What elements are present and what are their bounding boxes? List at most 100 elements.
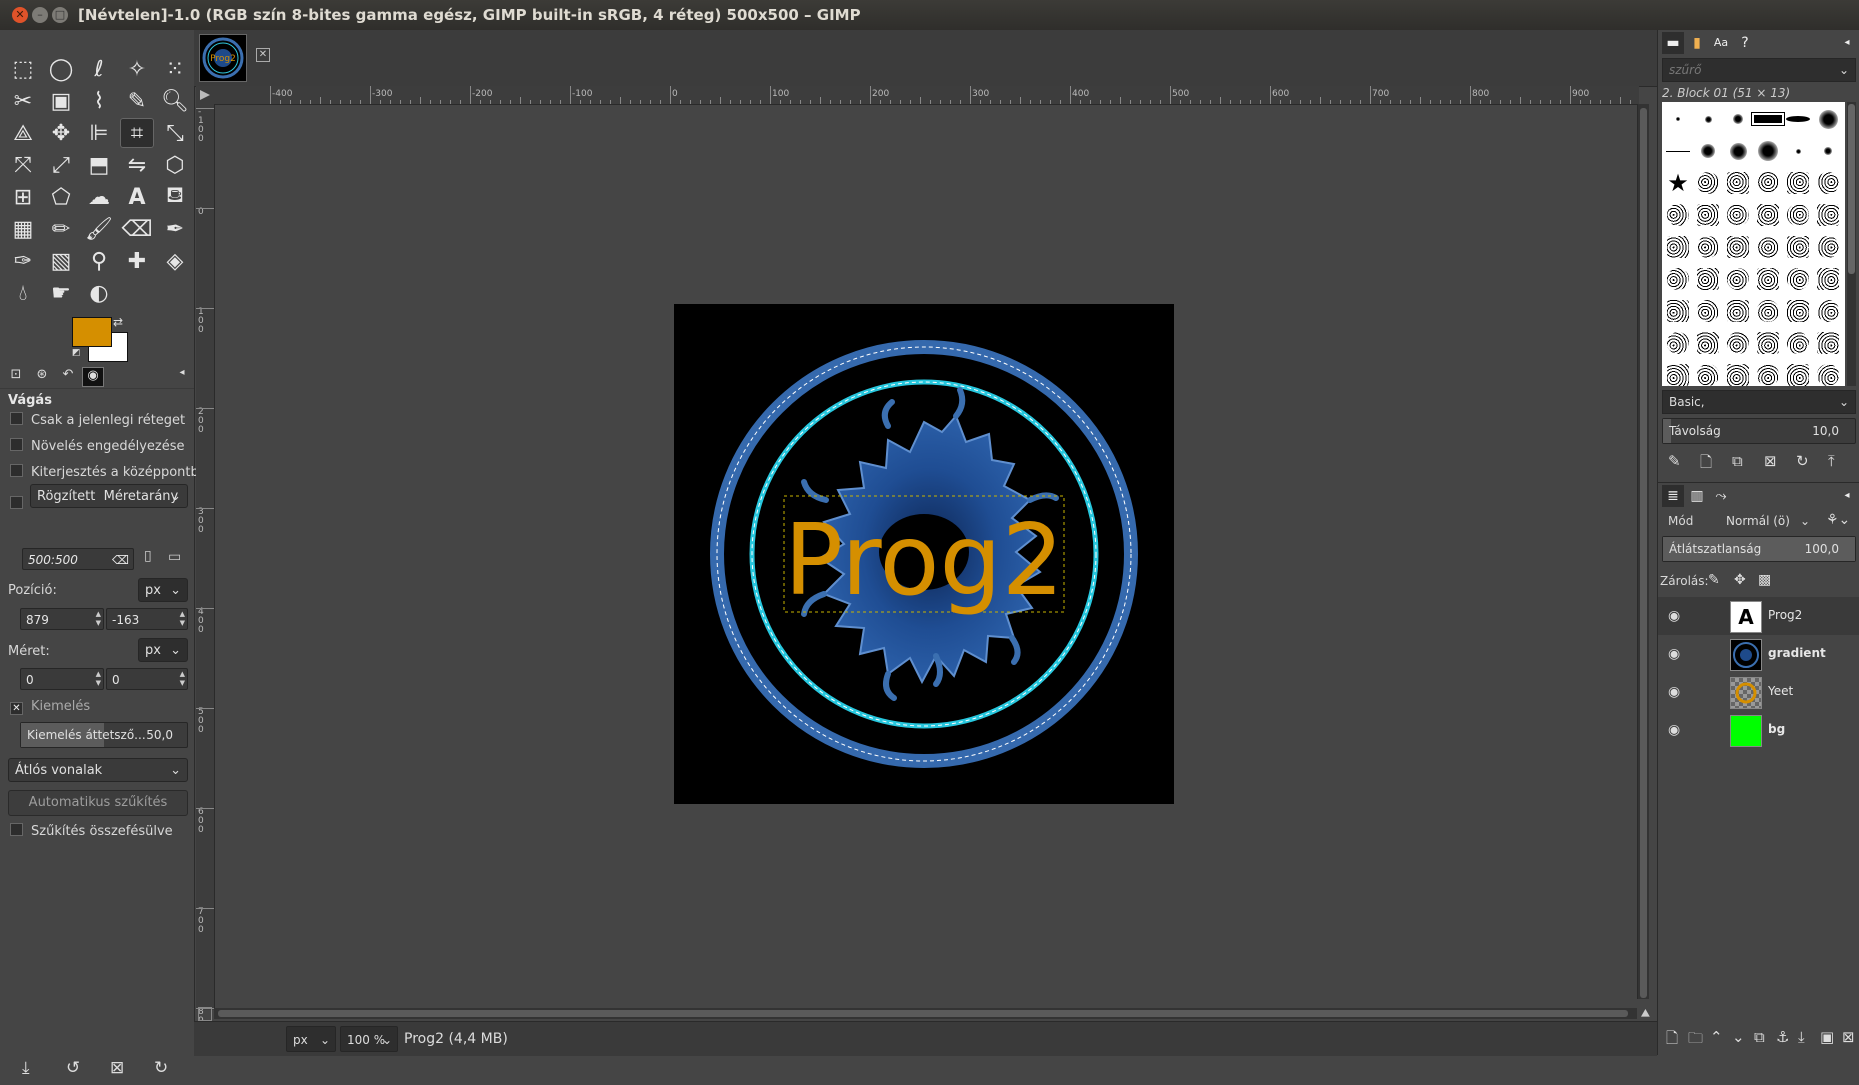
brush-preview[interactable] <box>1813 232 1843 262</box>
spin-arrows-icon[interactable]: ▲ ▼ <box>96 610 101 628</box>
delete-layer-icon[interactable]: ⊠ <box>1842 1028 1855 1046</box>
tab-images[interactable]: ◉ <box>82 367 104 387</box>
brush-preview[interactable] <box>1753 264 1783 294</box>
brush-preview[interactable] <box>1663 200 1693 230</box>
lower-layer-icon[interactable]: ⌄ <box>1732 1028 1745 1046</box>
highlight-opacity-slider[interactable]: Kiemelés áttetsző... 50,0 <box>20 722 188 748</box>
tab-paths[interactable]: ⤳ <box>1710 485 1732 507</box>
raise-layer-icon[interactable]: ⌃ <box>1710 1028 1723 1046</box>
restore-options-icon[interactable]: ↺ <box>66 1058 80 1078</box>
brush-preview[interactable] <box>1693 264 1723 294</box>
delete-options-icon[interactable]: ⊠ <box>110 1058 124 1078</box>
close-tab-icon[interactable]: ✕ <box>256 48 270 62</box>
tab-patterns[interactable]: ▮ <box>1686 32 1708 54</box>
image-canvas[interactable]: Prog2 <box>674 304 1174 804</box>
brush-preview[interactable] <box>1753 104 1783 134</box>
fixed-checkbox[interactable] <box>10 496 23 509</box>
brush-preview[interactable] <box>1723 296 1753 326</box>
brush-preview[interactable] <box>1663 232 1693 262</box>
scroll-thumb[interactable] <box>1848 104 1855 274</box>
tab-undo-history[interactable]: ↶ <box>58 367 78 385</box>
heal-tool-icon[interactable]: ✚ <box>120 246 154 276</box>
brush-preview[interactable] <box>1783 264 1813 294</box>
expand-from-center-option[interactable]: Kiterjesztés a középpontból <box>10 464 210 480</box>
tab-brushes[interactable]: ▬ <box>1662 32 1684 54</box>
handle-transform-tool-icon[interactable]: ⤢ <box>44 150 78 180</box>
ratio-input[interactable]: 500:500 ⌫ <box>22 548 134 570</box>
brush-preview[interactable] <box>1753 200 1783 230</box>
lock-alpha-icon[interactable]: ▩ <box>1758 572 1771 588</box>
layer-row[interactable]: ◉ A Prog2 <box>1658 597 1859 635</box>
image-tab-thumbnail[interactable]: Prog2 <box>199 34 247 82</box>
new-layer-icon[interactable]: 🗋︎ <box>1666 1028 1678 1053</box>
save-options-icon[interactable]: ⤓ <box>22 1058 30 1078</box>
position-x-input[interactable]: 879 ▲ ▼ <box>20 608 104 630</box>
layer-name[interactable]: bg <box>1768 722 1785 736</box>
brush-preview[interactable] <box>1723 136 1753 166</box>
checkbox-checked[interactable]: ✕ <box>10 702 23 715</box>
configure-tab-icon[interactable]: ◂ <box>1836 32 1858 54</box>
open-brush-icon[interactable]: ⤒ <box>1828 452 1835 470</box>
brush-preview[interactable] <box>1813 200 1843 230</box>
move-tool-icon[interactable]: ✥ <box>44 118 78 148</box>
brush-spacing-slider[interactable]: Távolság 10,0 <box>1662 418 1856 444</box>
brush-preview[interactable] <box>1753 360 1783 386</box>
perspective-tool-icon[interactable]: ⬒ <box>82 150 116 180</box>
brush-preview[interactable] <box>1783 136 1813 166</box>
visibility-eye-icon[interactable]: ◉ <box>1668 684 1680 700</box>
warp-transform-tool-icon[interactable]: ⤧ <box>6 150 40 180</box>
spin-arrows-icon[interactable]: ▲ ▼ <box>180 610 185 628</box>
reset-options-icon[interactable]: ↻ <box>154 1058 168 1078</box>
scroll-thumb[interactable] <box>218 1010 1628 1017</box>
brush-preview[interactable] <box>1813 168 1843 198</box>
brush-preview[interactable] <box>1783 104 1813 134</box>
free-select-tool-icon[interactable]: ℓ <box>82 54 116 84</box>
lock-pixels-icon[interactable]: ✎ <box>1708 572 1720 588</box>
unit-dropdown[interactable]: px ⌄ <box>286 1026 336 1052</box>
brush-preview[interactable] <box>1753 232 1783 262</box>
brush-preview[interactable] <box>1663 264 1693 294</box>
lock-position-icon[interactable]: ✥ <box>1734 572 1746 588</box>
zoom-tool-icon[interactable]: 🔍︎ <box>158 86 192 116</box>
brush-preview[interactable] <box>1813 328 1843 358</box>
paths-tool-icon[interactable]: ⌇ <box>82 86 116 116</box>
foreground-select-tool-icon[interactable]: ▣ <box>44 86 78 116</box>
layer-row[interactable]: ◉ gradient <box>1658 635 1859 673</box>
brush-grid[interactable]: ★ <box>1662 102 1845 386</box>
tab-layers[interactable]: ≣ <box>1662 485 1684 507</box>
zoom-dropdown[interactable]: 100 % ⌄ <box>340 1026 398 1052</box>
auto-shrink-button[interactable]: Automatikus szűkítés <box>8 790 188 816</box>
layer-name[interactable]: gradient <box>1768 646 1826 660</box>
brush-preview[interactable] <box>1723 360 1753 386</box>
mode-effect-icon[interactable]: ⚘⌄ <box>1826 512 1850 528</box>
configure-tab-icon[interactable]: ◂ <box>172 367 192 385</box>
clear-icon[interactable]: ⌫ <box>112 549 129 571</box>
brush-preview[interactable] <box>1813 360 1843 386</box>
vertical-scrollbar[interactable] <box>1637 104 1649 999</box>
brush-preview[interactable] <box>1723 328 1753 358</box>
gradient-tool-icon[interactable]: ▦ <box>6 214 40 244</box>
brush-preview[interactable] <box>1693 136 1723 166</box>
checkbox[interactable] <box>10 464 23 477</box>
horizontal-scrollbar[interactable] <box>214 1008 1637 1019</box>
spin-arrows-icon[interactable]: ▲ ▼ <box>180 670 185 688</box>
brush-preview[interactable] <box>1663 328 1693 358</box>
brush-preview[interactable] <box>1783 168 1813 198</box>
size-w-input[interactable]: 0 ▲ ▼ <box>20 668 104 690</box>
brush-preview[interactable] <box>1783 232 1813 262</box>
brush-preview[interactable] <box>1723 232 1753 262</box>
color-picker-tool-icon[interactable]: ✎ <box>120 86 154 116</box>
layer-row[interactable]: ◉ bg <box>1658 711 1859 749</box>
brush-preview[interactable] <box>1663 136 1693 166</box>
rect-select-tool-icon[interactable]: ⬚ <box>6 54 40 84</box>
brush-preview[interactable] <box>1753 168 1783 198</box>
new-brush-icon[interactable]: 🗋︎ <box>1700 452 1712 477</box>
brush-preview[interactable] <box>1783 200 1813 230</box>
brush-preview[interactable] <box>1723 264 1753 294</box>
layer-opacity-slider[interactable]: Átlátszatlanság 100,0 <box>1662 536 1856 562</box>
duplicate-layer-icon[interactable]: ⧉ <box>1754 1028 1765 1046</box>
delete-brush-icon[interactable]: ⊠ <box>1764 452 1777 470</box>
shrink-merged-option[interactable]: Szűkítés összefésülve <box>10 823 173 839</box>
brush-preview[interactable] <box>1693 328 1723 358</box>
refresh-brushes-icon[interactable]: ↻ <box>1796 452 1809 470</box>
